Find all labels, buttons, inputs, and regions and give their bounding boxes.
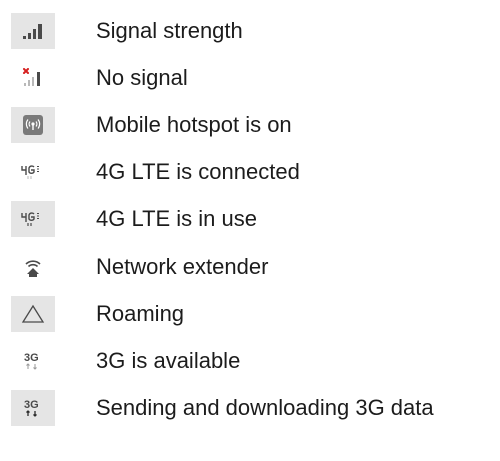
svg-text:3G: 3G [24,352,39,364]
list-item: 4G LTE is connected [0,149,500,196]
list-item-label: Sending and downloading 3G data [96,395,434,421]
roaming-icon [11,295,55,332]
list-item: Mobile hotspot is on [0,101,500,148]
list-item: 3G Sending and downloading 3G data [0,385,500,432]
list-item-label: No signal [96,64,188,90]
list-item-label: Mobile hotspot is on [96,111,292,137]
4g-lte-in-use-icon [11,201,55,238]
list-item: No signal [0,54,500,101]
mobile-hotspot-icon [11,106,55,143]
list-item-label: 3G is available [96,347,241,373]
list-item-label: Roaming [96,300,185,326]
list-item: 4G LTE is in use [0,196,500,243]
list-item-label: Signal strength [96,17,243,43]
svg-text:3G: 3G [24,399,39,411]
status-icon-list: Signal strength No signal Mobile hotspot… [0,7,500,432]
list-item-label: Network extender [96,253,269,279]
list-item: Signal strength [0,7,500,54]
no-signal-icon [11,60,55,96]
3g-available-icon: 3G [11,343,55,379]
list-item: Network extender [0,243,500,290]
4g-lte-connected-icon [11,154,55,190]
signal-strength-icon [11,12,55,49]
list-item: 3G 3G is available [0,337,500,384]
list-item-label: 4G LTE is connected [96,159,300,185]
network-extender-icon [11,249,55,285]
list-item-label: 4G LTE is in use [96,206,257,232]
list-item: Roaming [0,290,500,337]
3g-data-transfer-icon: 3G [11,390,55,427]
